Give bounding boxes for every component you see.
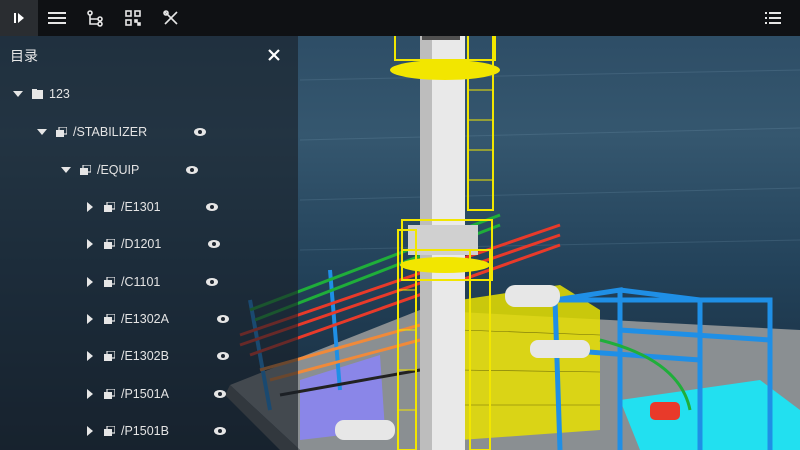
component-icon <box>104 314 115 324</box>
eye-icon[interactable] <box>214 426 226 436</box>
folder-icon <box>32 89 43 99</box>
component-icon <box>80 165 91 175</box>
chevron-down-icon[interactable] <box>36 126 48 138</box>
tree-node-e1302b[interactable]: /E1302B <box>84 346 169 366</box>
tree-node-p1501a[interactable]: /P1501A <box>84 384 169 404</box>
directory-panel: 目录 123 /STABILIZER /EQUIP /E1301 /D1201 … <box>0 36 298 450</box>
chevron-down-icon[interactable] <box>12 88 24 100</box>
chevron-right-icon[interactable] <box>84 238 96 250</box>
tree-node-123[interactable]: 123 <box>12 84 70 104</box>
menu-icon[interactable] <box>38 0 76 36</box>
tree-node-e1301[interactable]: /E1301 <box>84 197 161 217</box>
chevron-right-icon[interactable] <box>84 313 96 325</box>
tree-node-equip[interactable]: /EQUIP <box>60 160 139 180</box>
panel-header: 目录 <box>0 36 298 76</box>
eye-icon[interactable] <box>186 165 198 175</box>
chevron-right-icon[interactable] <box>84 201 96 213</box>
chevron-right-icon[interactable] <box>84 425 96 437</box>
eye-icon[interactable] <box>217 314 229 324</box>
eye-icon[interactable] <box>194 127 206 137</box>
tree-structure-icon[interactable] <box>76 0 114 36</box>
tree-node-d1201[interactable]: /D1201 <box>84 234 161 254</box>
chevron-down-icon[interactable] <box>60 164 72 176</box>
component-icon <box>104 389 115 399</box>
tree-node-label: /STABILIZER <box>73 125 148 139</box>
component-icon <box>104 351 115 361</box>
tree-node-label: /D1201 <box>121 237 162 251</box>
chevron-right-icon[interactable] <box>84 276 96 288</box>
play-icon[interactable] <box>0 0 38 36</box>
tree-node-label: /P1501B <box>121 424 169 438</box>
list-icon[interactable] <box>754 0 792 36</box>
tree-node-p1501b[interactable]: /P1501B <box>84 421 169 441</box>
component-icon <box>56 127 67 137</box>
tree-node-stabilizer[interactable]: /STABILIZER <box>36 122 147 142</box>
top-toolbar <box>0 0 800 36</box>
component-icon <box>104 277 115 287</box>
eye-icon[interactable] <box>214 389 226 399</box>
panel-title: 目录 <box>10 48 38 64</box>
component-icon <box>104 239 115 249</box>
tree-node-c1101[interactable]: /C1101 <box>84 272 160 292</box>
tree-node-label: /EQUIP <box>97 163 140 177</box>
tree-node-label: /E1301 <box>121 200 161 214</box>
eye-icon[interactable] <box>206 277 218 287</box>
chevron-right-icon[interactable] <box>84 350 96 362</box>
tree-node-e1302a[interactable]: /E1302A <box>84 309 169 329</box>
tree-node-label: /C1101 <box>121 275 161 289</box>
eye-icon[interactable] <box>206 202 218 212</box>
component-icon <box>104 202 115 212</box>
chevron-right-icon[interactable] <box>84 388 96 400</box>
component-icon <box>104 426 115 436</box>
qr-scan-icon[interactable] <box>114 0 152 36</box>
tree-node-label: /P1501A <box>121 387 169 401</box>
tree-node-label: /E1302A <box>121 312 169 326</box>
eye-icon[interactable] <box>217 351 229 361</box>
tree-node-label: 123 <box>49 87 70 101</box>
tree-node-label: /E1302B <box>121 349 169 363</box>
measure-tools-icon[interactable] <box>152 0 190 36</box>
close-icon[interactable] <box>266 47 282 63</box>
eye-icon[interactable] <box>208 239 220 249</box>
